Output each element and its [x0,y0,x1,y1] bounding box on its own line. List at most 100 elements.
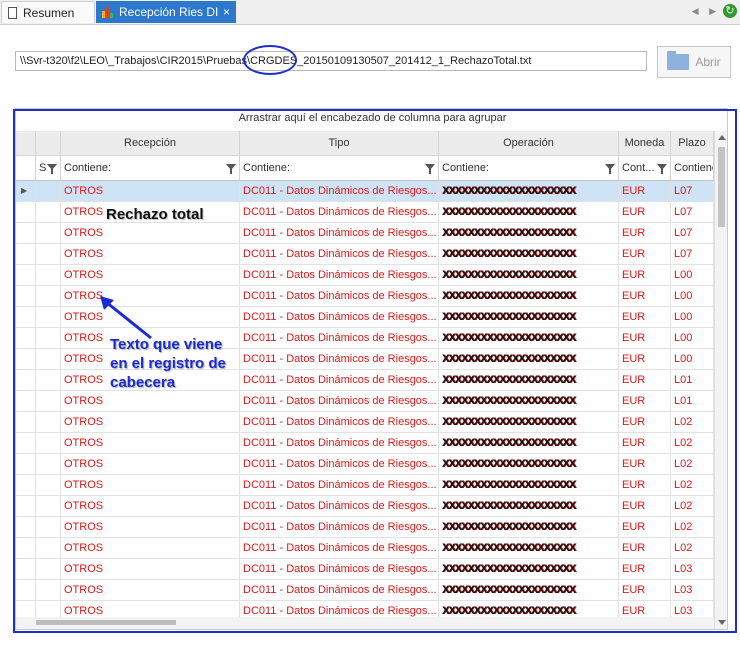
cell-s[interactable] [36,454,61,474]
row-indicator[interactable] [16,496,36,516]
column-header-recepcion[interactable]: Recepción [61,131,240,156]
row-indicator[interactable] [16,559,36,579]
cell-tipo[interactable]: DC011 - Datos Dinámicos de Riesgos... [240,454,439,474]
cell-operacion[interactable]: XXXXXXXXXXXXXXXXXXXXX [439,349,619,369]
cell-recepcion[interactable]: OTROS [61,454,240,474]
scroll-tabs-arrows-icon[interactable]: ◀ ▶ [692,6,720,17]
table-row[interactable]: OTROS DC011 - Datos Dinámicos de Riesgos.… [16,580,714,601]
cell-s[interactable] [36,328,61,348]
group-by-panel[interactable]: Arrastrar aquí el encabezado de columna … [16,109,727,132]
cell-recepcion[interactable]: OTROS [61,433,240,453]
cell-tipo[interactable]: DC011 - Datos Dinámicos de Riesgos... [240,181,439,201]
cell-plazo[interactable]: L07 [671,181,714,201]
cell-moneda[interactable]: EUR [619,286,671,306]
cell-tipo[interactable]: DC011 - Datos Dinámicos de Riesgos... [240,307,439,327]
cell-operacion[interactable]: XXXXXXXXXXXXXXXXXXXXX [439,265,619,285]
cell-recepcion[interactable]: OTROS [61,580,240,600]
cell-s[interactable] [36,538,61,558]
cell-tipo[interactable]: DC011 - Datos Dinámicos de Riesgos... [240,580,439,600]
cell-recepcion[interactable]: OTROS [61,181,240,201]
cell-operacion[interactable]: XXXXXXXXXXXXXXXXXXXXX [439,475,619,495]
cell-s[interactable] [36,223,61,243]
cell-plazo[interactable]: L00 [671,349,714,369]
cell-s[interactable] [36,370,61,390]
table-row[interactable]: ▶ OTROS DC011 - Datos Dinámicos de Riesgos… [16,181,714,202]
cell-tipo[interactable]: DC011 - Datos Dinámicos de Riesgos... [240,265,439,285]
cell-s[interactable] [36,202,61,222]
table-row[interactable]: OTROS DC011 - Datos Dinámicos de Riesgos.… [16,244,714,265]
cell-s[interactable] [36,580,61,600]
row-indicator[interactable] [16,580,36,600]
cell-operacion[interactable]: XXXXXXXXXXXXXXXXXXXXX [439,391,619,411]
cell-s[interactable] [36,433,61,453]
scroll-up-icon[interactable] [718,135,726,140]
filter-icon[interactable] [47,164,57,174]
cell-tipo[interactable]: DC011 - Datos Dinámicos de Riesgos... [240,370,439,390]
cell-tipo[interactable]: DC011 - Datos Dinámicos de Riesgos... [240,538,439,558]
cell-s[interactable] [36,307,61,327]
cell-moneda[interactable]: EUR [619,538,671,558]
cell-moneda[interactable]: EUR [619,580,671,600]
cell-operacion[interactable]: XXXXXXXXXXXXXXXXXXXXX [439,433,619,453]
cell-recepcion[interactable]: OTROS [61,517,240,537]
row-indicator[interactable] [16,370,36,390]
cell-recepcion[interactable]: OTROS [61,538,240,558]
cell-plazo[interactable]: L03 [671,559,714,579]
cell-moneda[interactable]: EUR [619,475,671,495]
cell-s[interactable] [36,244,61,264]
cell-plazo[interactable]: L01 [671,370,714,390]
refresh-icon[interactable]: ↻ [723,4,737,18]
table-row[interactable]: OTROS DC011 - Datos Dinámicos de Riesgos.… [16,496,714,517]
column-header-s[interactable] [36,131,61,156]
cell-plazo[interactable]: L02 [671,454,714,474]
filter-moneda[interactable]: Cont... [619,156,671,181]
cell-moneda[interactable]: EUR [619,559,671,579]
row-indicator[interactable] [16,223,36,243]
row-indicator[interactable] [16,286,36,306]
cell-operacion[interactable]: XXXXXXXXXXXXXXXXXXXXX [439,244,619,264]
row-indicator[interactable] [16,265,36,285]
cell-s[interactable] [36,265,61,285]
file-path-field[interactable]: \\Svr-t320\f2\LEO\_Trabajos\CIR2015\Prue… [15,51,647,71]
row-indicator[interactable] [16,244,36,264]
cell-plazo[interactable]: L07 [671,244,714,264]
cell-plazo[interactable]: L03 [671,580,714,600]
cell-plazo[interactable]: L02 [671,538,714,558]
filter-operacion[interactable]: Contiene: [439,156,619,181]
table-row[interactable]: OTROS DC011 - Datos Dinámicos de Riesgos.… [16,412,714,433]
cell-recepcion[interactable]: OTROS [61,559,240,579]
open-button[interactable]: Abrir [657,46,731,78]
vertical-scrollbar[interactable] [714,131,727,629]
tab-resumen[interactable]: Resumen [1,1,95,23]
cell-tipo[interactable]: DC011 - Datos Dinámicos de Riesgos... [240,286,439,306]
table-row[interactable]: OTROS DC011 - Datos Dinámicos de Riesgos.… [16,223,714,244]
cell-moneda[interactable]: EUR [619,202,671,222]
cell-plazo[interactable]: L07 [671,202,714,222]
cell-s[interactable] [36,496,61,516]
cell-s[interactable] [36,286,61,306]
cell-tipo[interactable]: DC011 - Datos Dinámicos de Riesgos... [240,412,439,432]
cell-tipo[interactable]: DC011 - Datos Dinámicos de Riesgos... [240,433,439,453]
cell-s[interactable] [36,559,61,579]
cell-operacion[interactable]: XXXXXXXXXXXXXXXXXXXXX [439,202,619,222]
cell-moneda[interactable]: EUR [619,328,671,348]
cell-moneda[interactable]: EUR [619,433,671,453]
row-indicator[interactable]: ▶ [16,181,36,201]
row-indicator[interactable] [16,412,36,432]
row-indicator[interactable] [16,433,36,453]
scroll-down-icon[interactable] [718,620,726,625]
cell-operacion[interactable]: XXXXXXXXXXXXXXXXXXXXX [439,223,619,243]
cell-tipo[interactable]: DC011 - Datos Dinámicos de Riesgos... [240,517,439,537]
cell-plazo[interactable]: L01 [671,391,714,411]
cell-tipo[interactable]: DC011 - Datos Dinámicos de Riesgos... [240,202,439,222]
column-header-tipo[interactable]: Tipo [240,131,439,156]
row-indicator[interactable] [16,454,36,474]
cell-plazo[interactable]: L02 [671,475,714,495]
column-header-operacion[interactable]: Operación [439,131,619,156]
cell-s[interactable] [36,391,61,411]
cell-recepcion[interactable]: OTROS [61,496,240,516]
cell-s[interactable] [36,475,61,495]
cell-plazo[interactable]: L02 [671,412,714,432]
table-row[interactable]: OTROS DC011 - Datos Dinámicos de Riesgos.… [16,538,714,559]
cell-recepcion[interactable]: OTROS [61,475,240,495]
